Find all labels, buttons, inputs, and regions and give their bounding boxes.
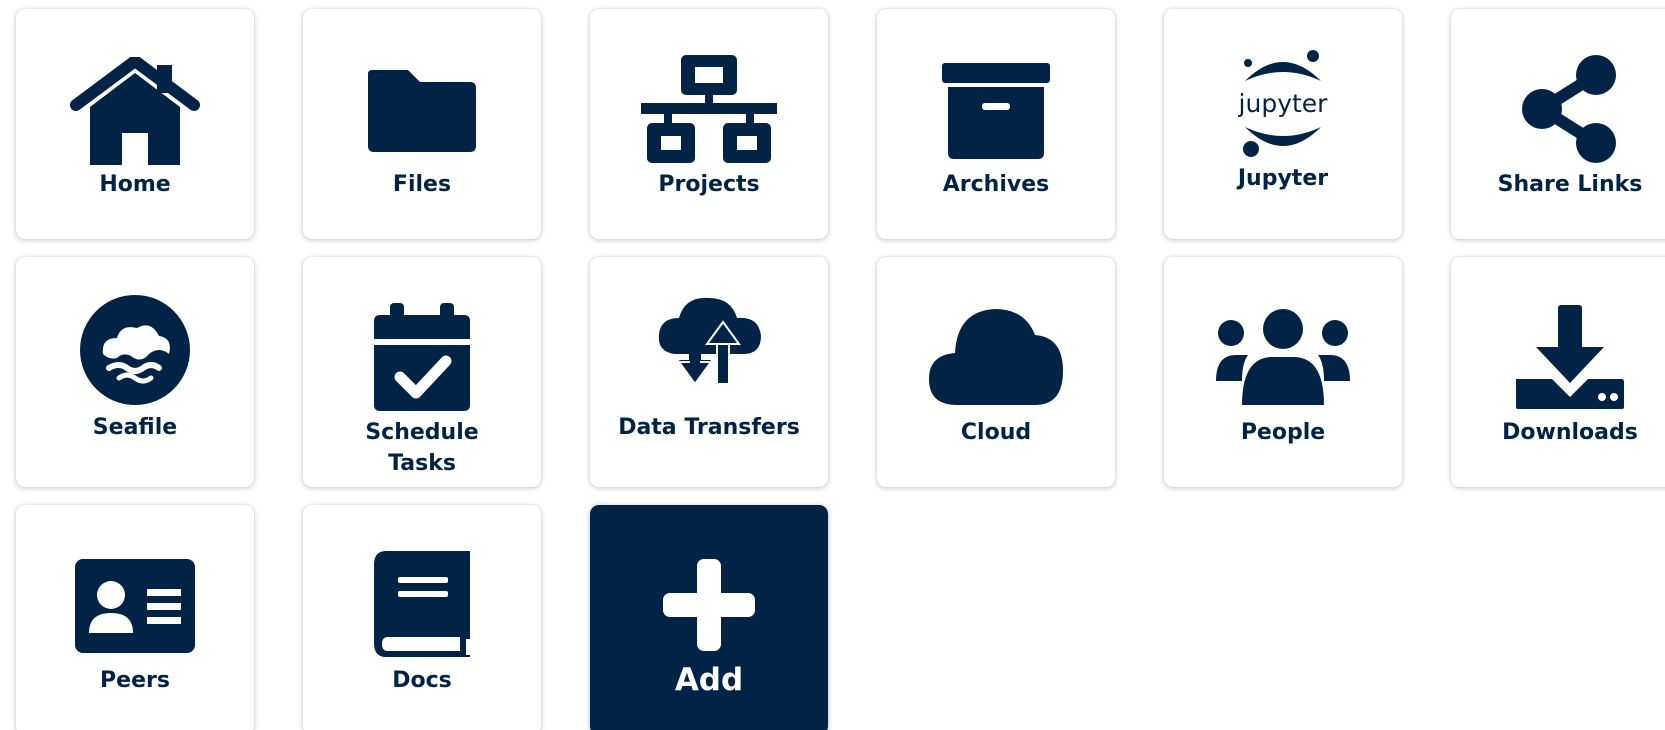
tile-people[interactable]: People xyxy=(1164,257,1402,487)
tile-projects[interactable]: Projects xyxy=(590,9,828,239)
tile-share-links[interactable]: Share Links xyxy=(1451,9,1665,239)
tile-jupyter[interactable]: jupyter Jupyter xyxy=(1164,9,1402,239)
tile-files[interactable]: Files xyxy=(303,9,541,239)
tile-label: Peers xyxy=(100,668,170,693)
cloud-transfer-icon xyxy=(590,294,828,388)
tile-label: Schedule Tasks xyxy=(365,420,479,476)
app-launcher-grid: Home Files Projects Archives jupyter Jup… xyxy=(0,0,1665,730)
tile-label: Home xyxy=(99,172,171,197)
tile-label: Seafile xyxy=(92,415,178,440)
tile-label: Jupyter xyxy=(1237,166,1329,191)
tile-label: Files xyxy=(392,172,452,197)
book-icon xyxy=(303,549,541,659)
download-tray-icon xyxy=(1451,303,1665,411)
share-icon xyxy=(1451,53,1665,165)
add-button[interactable]: Add xyxy=(590,505,828,730)
home-icon xyxy=(16,57,254,167)
calendar-check-icon xyxy=(303,301,541,413)
tile-seafile[interactable]: Seafile xyxy=(16,257,254,487)
tile-label: Archives xyxy=(942,172,1050,197)
tile-docs[interactable]: Docs xyxy=(303,505,541,730)
tile-data-transfers[interactable]: Data Transfers xyxy=(590,257,828,487)
cloud-icon xyxy=(877,307,1115,407)
id-card-icon xyxy=(16,557,254,655)
network-icon xyxy=(590,53,828,165)
tile-archives[interactable]: Archives xyxy=(877,9,1115,239)
archive-box-icon xyxy=(877,60,1115,162)
tile-label: Add xyxy=(674,662,744,698)
tile-label: Projects xyxy=(658,172,760,197)
tile-home[interactable]: Home xyxy=(16,9,254,239)
tile-label: Data Transfers xyxy=(618,415,800,440)
seafile-logo-icon xyxy=(16,294,254,406)
plus-icon xyxy=(590,557,828,653)
tile-label: Share Links xyxy=(1497,172,1643,197)
tile-peers[interactable]: Peers xyxy=(16,505,254,730)
tile-label: Downloads xyxy=(1502,420,1638,445)
tile-label: People xyxy=(1240,420,1326,445)
tile-label: Cloud xyxy=(960,420,1032,445)
people-group-icon xyxy=(1164,309,1402,407)
tile-label: Docs xyxy=(392,668,452,693)
jupyter-logo-icon: jupyter xyxy=(1164,47,1402,159)
folder-icon xyxy=(303,66,541,156)
tile-cloud[interactable]: Cloud xyxy=(877,257,1115,487)
tile-schedule-tasks[interactable]: Schedule Tasks xyxy=(303,257,541,487)
svg-text:jupyter: jupyter xyxy=(1238,89,1329,118)
tile-downloads[interactable]: Downloads xyxy=(1451,257,1665,487)
